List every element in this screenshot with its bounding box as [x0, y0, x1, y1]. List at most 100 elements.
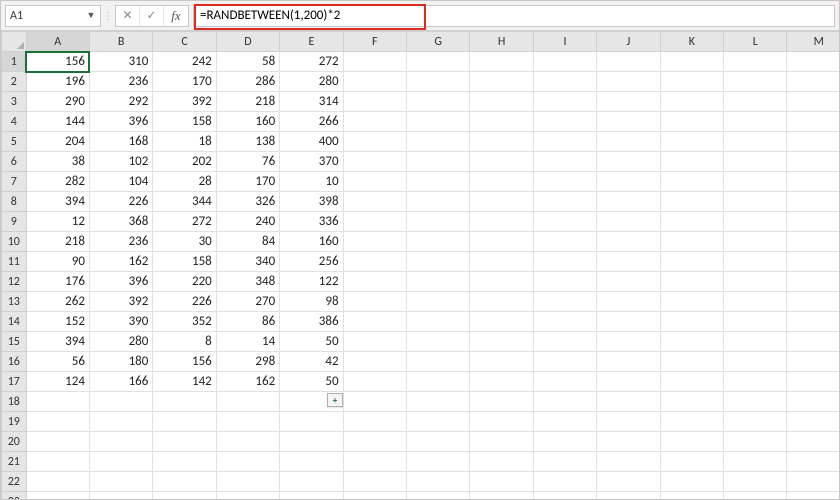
cell-e12[interactable]: 122: [280, 272, 343, 292]
cell-k3[interactable]: [660, 92, 723, 112]
cell-l21[interactable]: [724, 452, 787, 472]
row-header-22[interactable]: 22: [2, 472, 27, 492]
cell-e13[interactable]: 98: [280, 292, 343, 312]
cell-f11[interactable]: [343, 252, 406, 272]
cell-i5[interactable]: [533, 132, 596, 152]
cell-h16[interactable]: [470, 352, 533, 372]
cell-f13[interactable]: [343, 292, 406, 312]
cell-h14[interactable]: [470, 312, 533, 332]
cell-g21[interactable]: [406, 452, 469, 472]
cell-h22[interactable]: [470, 472, 533, 492]
cell-l9[interactable]: [724, 212, 787, 232]
cell-j20[interactable]: [597, 432, 660, 452]
cell-b7[interactable]: 104: [89, 172, 152, 192]
cell-h18[interactable]: [470, 392, 533, 412]
cell-g10[interactable]: [406, 232, 469, 252]
row-header-2[interactable]: 2: [2, 72, 27, 92]
cell-b23[interactable]: [89, 492, 152, 500]
cell-c10[interactable]: 30: [153, 232, 216, 252]
row-header-20[interactable]: 20: [2, 432, 27, 452]
column-header-e[interactable]: E: [280, 32, 343, 52]
row-header-11[interactable]: 11: [2, 252, 27, 272]
cell-i16[interactable]: [533, 352, 596, 372]
cell-m2[interactable]: [787, 72, 839, 92]
cell-f16[interactable]: [343, 352, 406, 372]
cell-h7[interactable]: [470, 172, 533, 192]
cell-f2[interactable]: [343, 72, 406, 92]
cell-m23[interactable]: [787, 492, 839, 500]
cell-l22[interactable]: [724, 472, 787, 492]
cell-l10[interactable]: [724, 232, 787, 252]
cell-l6[interactable]: [724, 152, 787, 172]
cell-j7[interactable]: [597, 172, 660, 192]
cell-d14[interactable]: 86: [216, 312, 279, 332]
cell-a4[interactable]: 144: [26, 112, 89, 132]
cell-h3[interactable]: [470, 92, 533, 112]
cell-k17[interactable]: [660, 372, 723, 392]
cell-m6[interactable]: [787, 152, 839, 172]
cell-j1[interactable]: [597, 52, 660, 72]
column-header-k[interactable]: K: [660, 32, 723, 52]
cell-a1[interactable]: 156: [26, 52, 89, 72]
cell-h8[interactable]: [470, 192, 533, 212]
cell-k8[interactable]: [660, 192, 723, 212]
column-header-d[interactable]: D: [216, 32, 279, 52]
row-header-4[interactable]: 4: [2, 112, 27, 132]
cell-a13[interactable]: 262: [26, 292, 89, 312]
cell-f3[interactable]: [343, 92, 406, 112]
cell-h6[interactable]: [470, 152, 533, 172]
cell-j5[interactable]: [597, 132, 660, 152]
cell-m18[interactable]: [787, 392, 839, 412]
cell-k13[interactable]: [660, 292, 723, 312]
row-header-1[interactable]: 1: [2, 52, 27, 72]
cell-i4[interactable]: [533, 112, 596, 132]
row-header-13[interactable]: 13: [2, 292, 27, 312]
cell-l12[interactable]: [724, 272, 787, 292]
cell-h19[interactable]: [470, 412, 533, 432]
cell-d8[interactable]: 326: [216, 192, 279, 212]
cell-f12[interactable]: [343, 272, 406, 292]
cell-c14[interactable]: 352: [153, 312, 216, 332]
cell-d23[interactable]: [216, 492, 279, 500]
cell-g7[interactable]: [406, 172, 469, 192]
cell-g5[interactable]: [406, 132, 469, 152]
row-header-9[interactable]: 9: [2, 212, 27, 232]
cell-g20[interactable]: [406, 432, 469, 452]
cell-l4[interactable]: [724, 112, 787, 132]
cell-e11[interactable]: 256: [280, 252, 343, 272]
cell-g6[interactable]: [406, 152, 469, 172]
cell-a8[interactable]: 394: [26, 192, 89, 212]
cell-k19[interactable]: [660, 412, 723, 432]
cell-i6[interactable]: [533, 152, 596, 172]
cell-c7[interactable]: 28: [153, 172, 216, 192]
cell-l16[interactable]: [724, 352, 787, 372]
cell-e1[interactable]: 272: [280, 52, 343, 72]
cell-j6[interactable]: [597, 152, 660, 172]
cell-j9[interactable]: [597, 212, 660, 232]
insert-function-button[interactable]: fx: [164, 6, 188, 26]
cell-f1[interactable]: [343, 52, 406, 72]
cell-d15[interactable]: 14: [216, 332, 279, 352]
cell-h5[interactable]: [470, 132, 533, 152]
cell-c4[interactable]: 158: [153, 112, 216, 132]
cell-a11[interactable]: 90: [26, 252, 89, 272]
cell-h23[interactable]: [470, 492, 533, 500]
cell-l5[interactable]: [724, 132, 787, 152]
cell-k4[interactable]: [660, 112, 723, 132]
cell-m17[interactable]: [787, 372, 839, 392]
cell-f18[interactable]: [343, 392, 406, 412]
column-header-g[interactable]: G: [406, 32, 469, 52]
chevron-down-icon[interactable]: ▼: [86, 10, 96, 21]
cell-a18[interactable]: [26, 392, 89, 412]
cell-i9[interactable]: [533, 212, 596, 232]
cell-m15[interactable]: [787, 332, 839, 352]
cell-g22[interactable]: [406, 472, 469, 492]
cell-l15[interactable]: [724, 332, 787, 352]
cell-d1[interactable]: 58: [216, 52, 279, 72]
cell-d10[interactable]: 84: [216, 232, 279, 252]
cell-j2[interactable]: [597, 72, 660, 92]
cell-g9[interactable]: [406, 212, 469, 232]
cell-k5[interactable]: [660, 132, 723, 152]
cell-l17[interactable]: [724, 372, 787, 392]
cell-b9[interactable]: 368: [89, 212, 152, 232]
